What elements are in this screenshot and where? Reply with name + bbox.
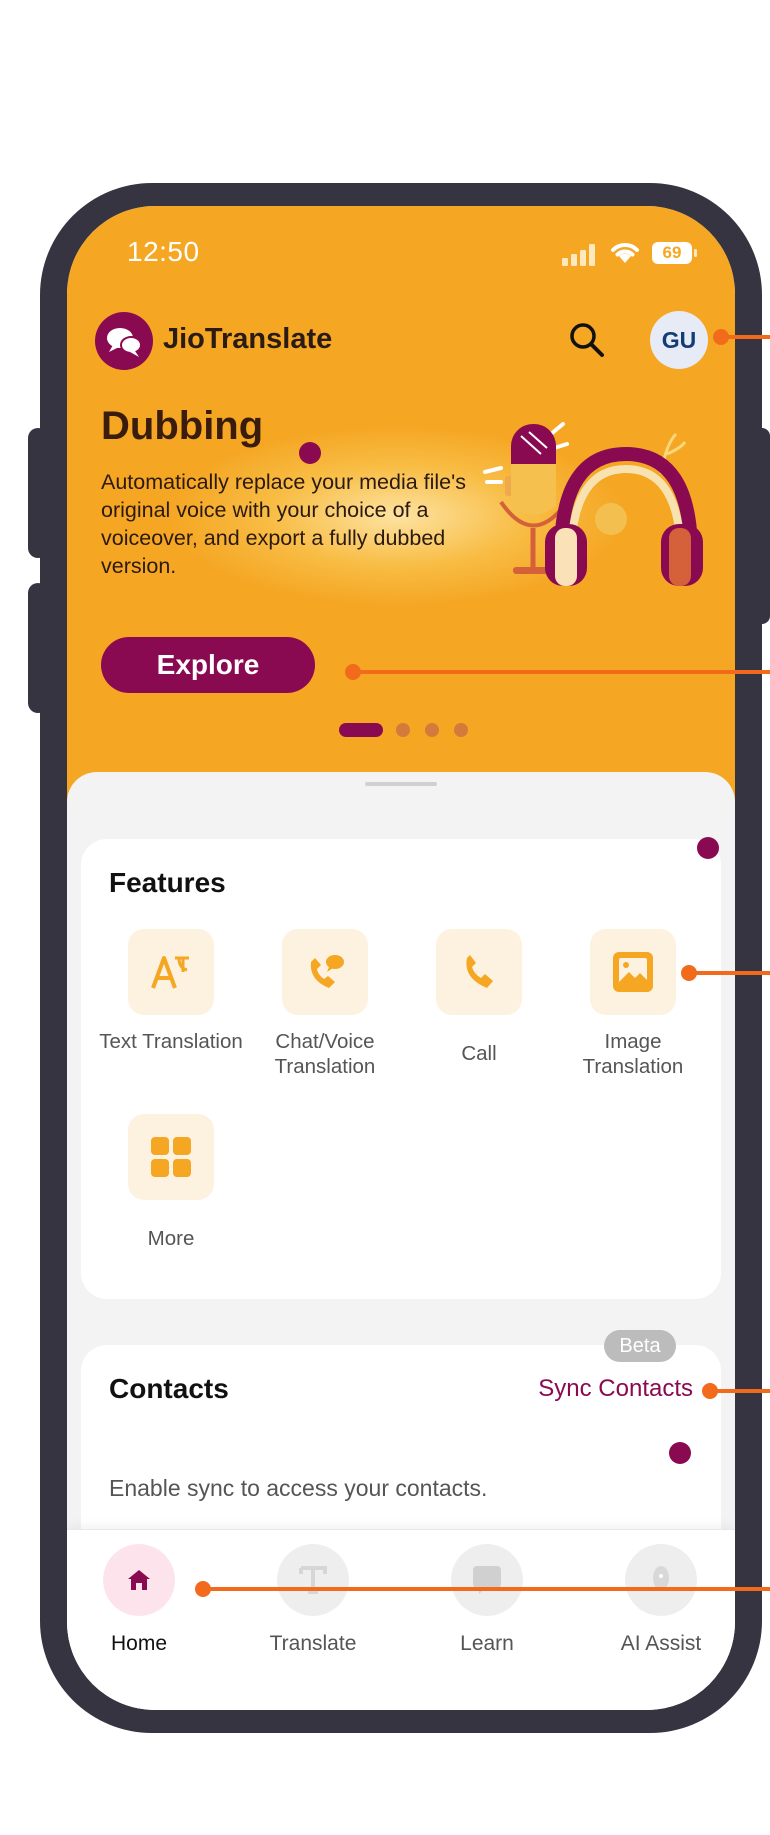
- bottom-navigation: Home Translate Learn AI Assist: [67, 1529, 735, 1710]
- carousel-dot-active[interactable]: [339, 723, 383, 737]
- annotation-line: [353, 670, 770, 674]
- app-logo: [95, 312, 153, 370]
- avatar[interactable]: GU: [650, 311, 708, 369]
- feature-more[interactable]: More: [96, 1114, 246, 1264]
- feature-label: More: [147, 1227, 195, 1250]
- explore-button[interactable]: Explore: [101, 637, 315, 693]
- features-title: Features: [109, 867, 226, 898]
- nav-item-learn[interactable]: Learn: [427, 1544, 547, 1656]
- feature-call[interactable]: Call: [404, 929, 554, 1079]
- hero-banner: 12:50 69 JioTranslate GU Dubbing Automat…: [67, 206, 735, 806]
- hero-title: Dubbing: [101, 404, 264, 448]
- ai-assist-icon: [653, 1566, 669, 1590]
- nav-icon-circle: [451, 1544, 523, 1616]
- battery-indicator: 69: [652, 242, 697, 264]
- feature-label: Text Translation: [99, 1030, 243, 1053]
- home-icon: [128, 1570, 150, 1590]
- feature-tile: [128, 929, 214, 1015]
- nav-label: Translate: [269, 1632, 357, 1655]
- carousel-dot[interactable]: [396, 723, 410, 737]
- marker-dot: [299, 442, 321, 464]
- app-name: JioTranslate: [163, 323, 333, 355]
- feature-label: Call: [461, 1042, 497, 1065]
- carousel-dot[interactable]: [454, 723, 468, 737]
- chat-bubbles-logo-icon: [107, 328, 142, 357]
- feature-label: Image Translation: [582, 1030, 684, 1078]
- contacts-title: Contacts: [109, 1373, 229, 1404]
- carousel-dot[interactable]: [425, 723, 439, 737]
- feature-text-translation[interactable]: Text Translation: [96, 929, 246, 1054]
- feature-tile: [282, 929, 368, 1015]
- nav-icon-circle: [625, 1544, 697, 1616]
- sheet-grabber[interactable]: [365, 782, 437, 786]
- phone-screen: 12:50 69 JioTranslate GU Dubbing Automat…: [67, 206, 735, 1710]
- grid-icon: [151, 1137, 191, 1177]
- sync-contacts-link[interactable]: Sync Contacts: [538, 1375, 693, 1403]
- translate-icon: [299, 1566, 327, 1594]
- nav-item-home[interactable]: Home: [79, 1544, 199, 1656]
- annotation-line: [710, 1389, 770, 1393]
- annotation-line: [203, 1587, 770, 1591]
- feature-tile: [436, 929, 522, 1015]
- nav-item-ai-assist[interactable]: AI Assist: [601, 1544, 721, 1656]
- wifi-icon: [611, 243, 639, 263]
- beta-badge: Beta: [604, 1330, 676, 1362]
- image-icon: [613, 952, 653, 992]
- nav-icon-circle: [103, 1544, 175, 1616]
- feature-tile: [590, 929, 676, 1015]
- phone-icon: [466, 955, 493, 988]
- feature-chat-voice[interactable]: Chat/Voice Translation: [250, 929, 400, 1079]
- nav-item-translate[interactable]: Translate: [253, 1544, 373, 1656]
- marker-dot: [669, 1442, 691, 1464]
- feature-image-translation[interactable]: Image Translation: [558, 929, 708, 1079]
- text-translation-icon: [151, 956, 189, 989]
- annotation-line: [689, 971, 770, 975]
- nav-label: AI Assist: [620, 1632, 702, 1655]
- chat-voice-icon: [310, 955, 344, 988]
- nav-label: Learn: [460, 1632, 514, 1655]
- feature-label: Chat/Voice Translation: [274, 1030, 376, 1078]
- learn-icon: [473, 1566, 501, 1594]
- microphone-headphones-illustration: [483, 422, 703, 586]
- nav-label: Home: [110, 1632, 168, 1655]
- status-time: 12:50: [127, 236, 200, 267]
- hero-description: Automatically replace your media file's …: [101, 470, 466, 578]
- search-button[interactable]: [565, 318, 609, 362]
- search-icon: [570, 323, 604, 357]
- marker-dot: [697, 837, 719, 859]
- feature-tile: [128, 1114, 214, 1200]
- nav-icon-circle: [277, 1544, 349, 1616]
- cellular-signal-icon: [562, 244, 596, 266]
- features-card: Features Text Translation Chat/Voice Tra…: [81, 839, 721, 1299]
- contacts-empty-message: Enable sync to access your contacts.: [109, 1475, 488, 1501]
- annotation-line: [721, 335, 770, 339]
